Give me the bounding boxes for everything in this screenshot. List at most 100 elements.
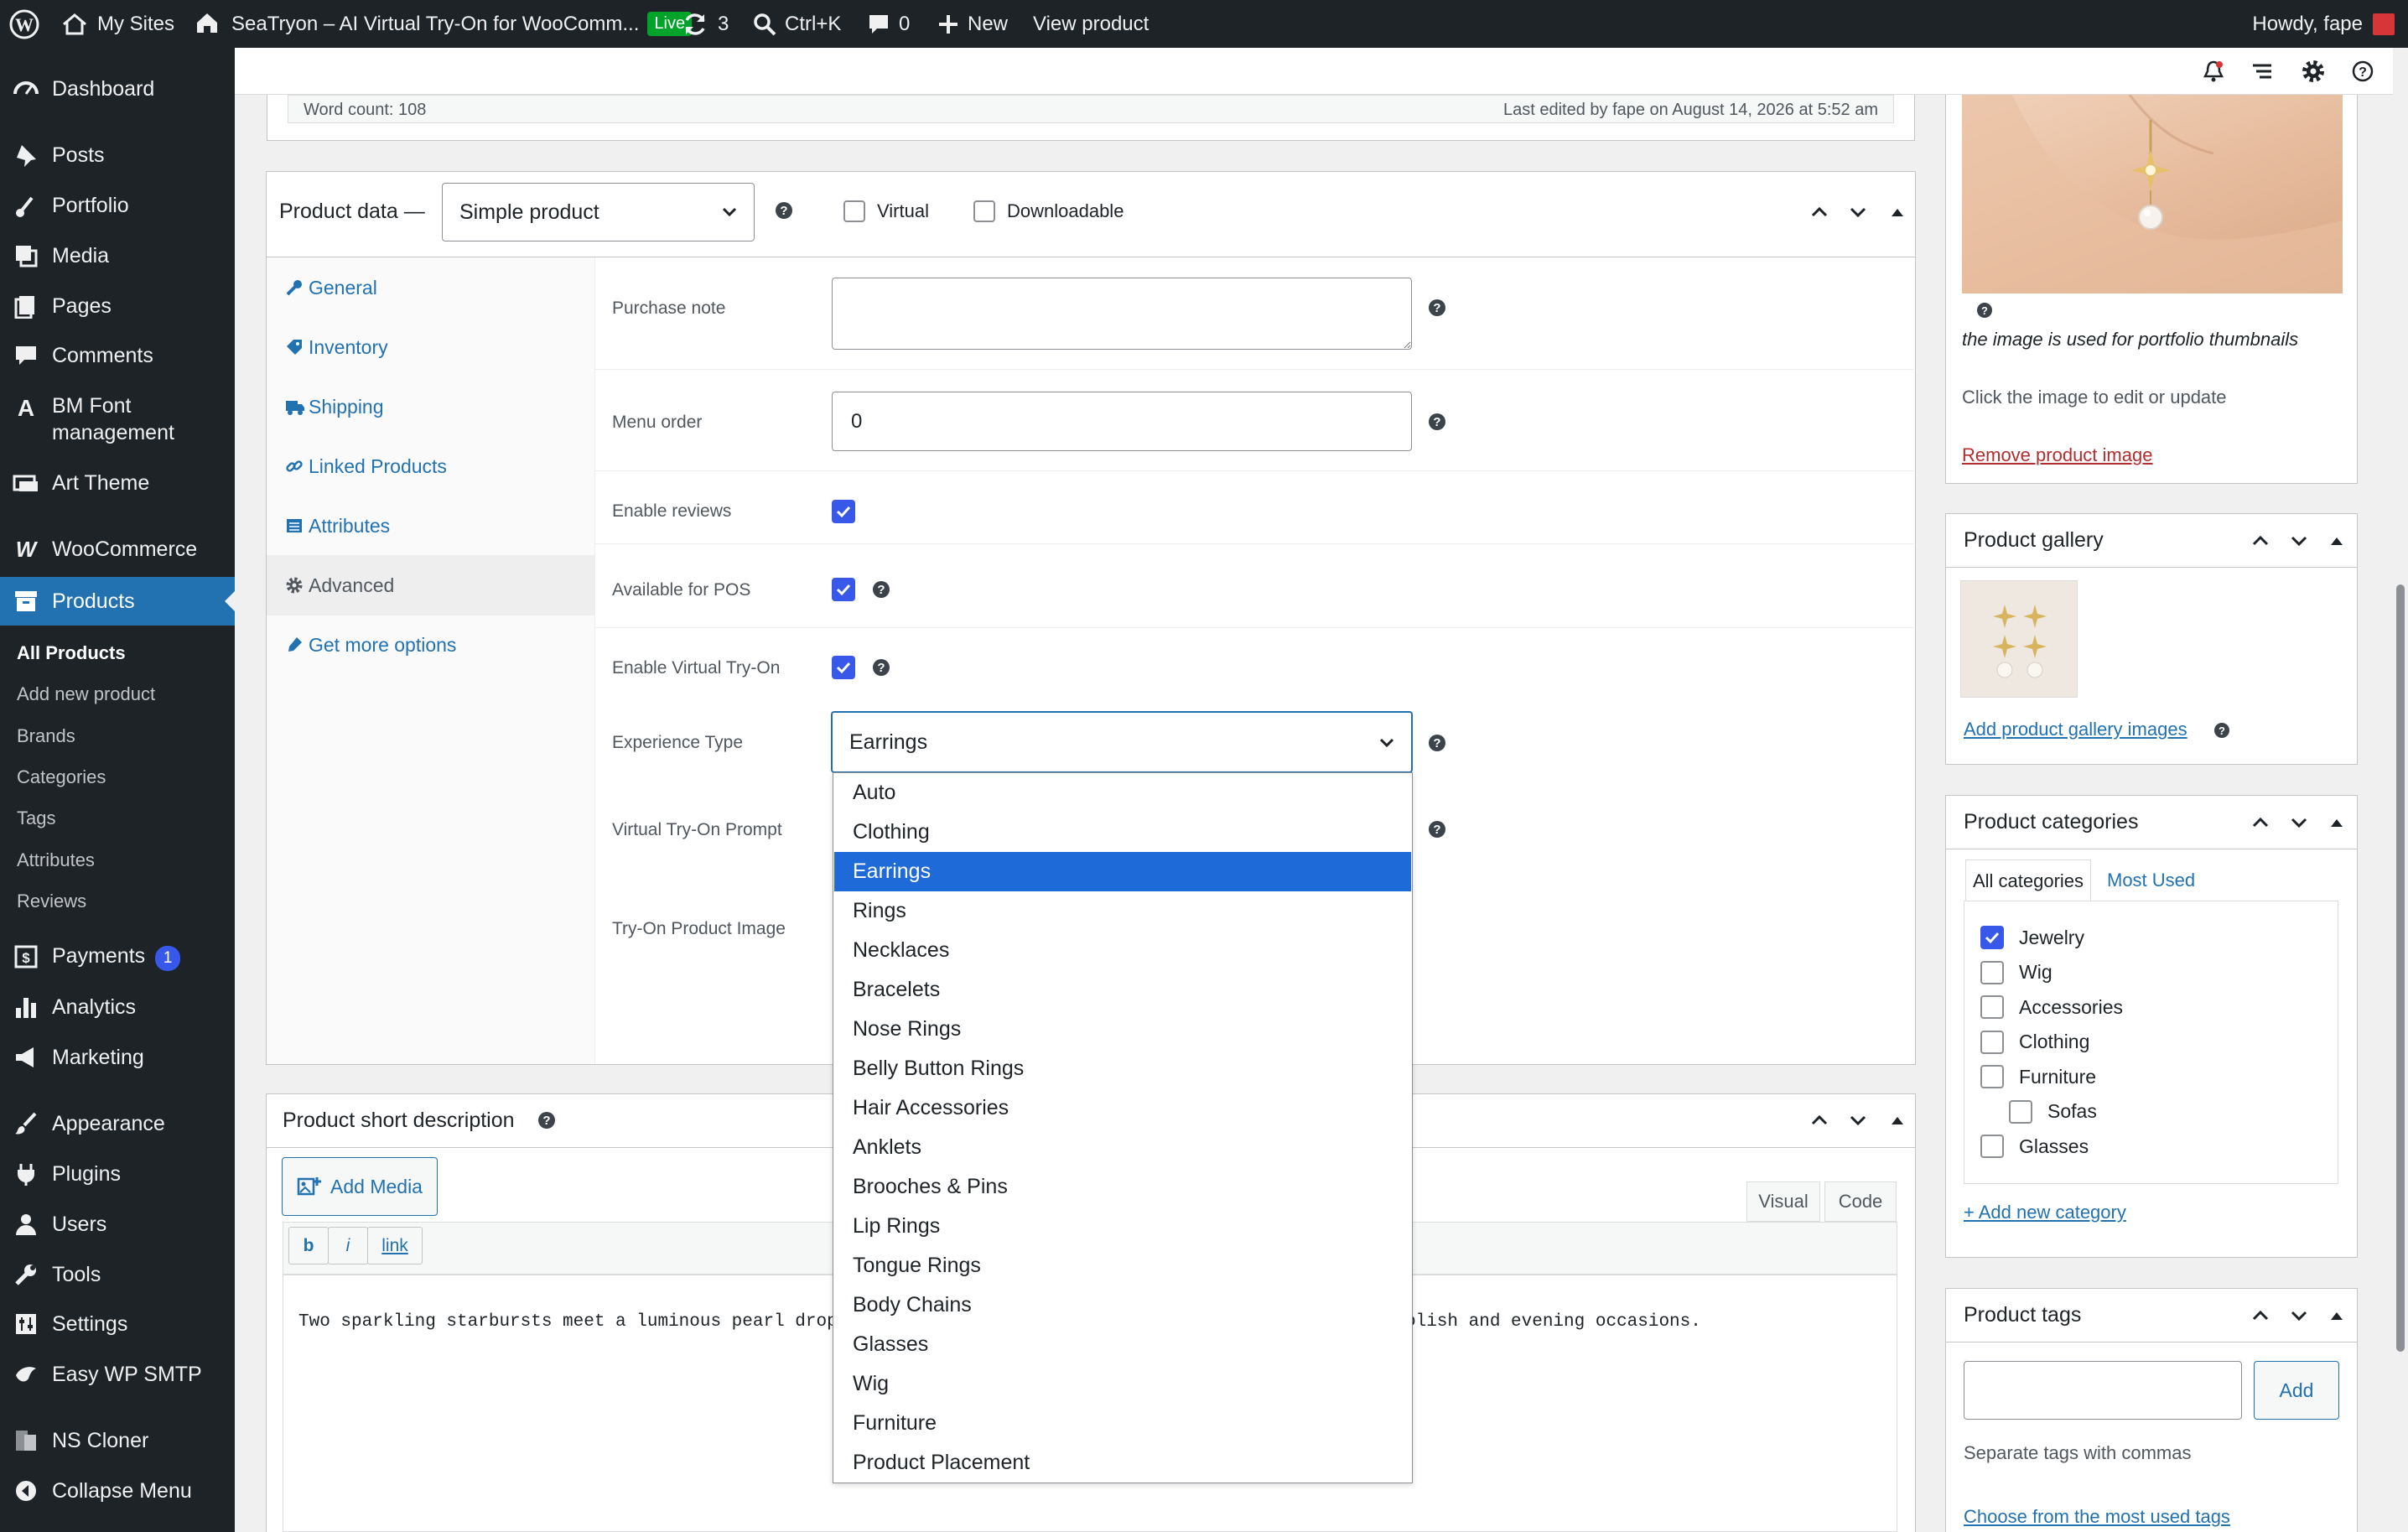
experience-option[interactable]: Brooches & Pins: [834, 1167, 1411, 1207]
choose-most-used-tags-link[interactable]: Choose from the most used tags: [1964, 1506, 2230, 1528]
move-up-button[interactable]: [1807, 1108, 1832, 1133]
new-content-menu[interactable]: New: [937, 0, 1008, 48]
category-checkbox[interactable]: [1980, 1065, 2004, 1088]
move-down-button[interactable]: [2286, 810, 2312, 835]
menu-appearance[interactable]: Appearance: [0, 1104, 235, 1144]
category-item[interactable]: Accessories: [1980, 995, 2123, 1019]
account-menu[interactable]: Howdy, fape: [2252, 0, 2395, 48]
site-name-menu[interactable]: SeaTryon – AI Virtual Try-On for WooComm…: [195, 0, 693, 48]
comments-menu[interactable]: 0: [867, 0, 910, 48]
notification-bell-icon[interactable]: [2202, 60, 2225, 83]
scrollbar-thumb[interactable]: [2396, 584, 2405, 1352]
experience-option[interactable]: Wig: [834, 1364, 1411, 1404]
experience-option[interactable]: Rings: [834, 891, 1411, 931]
category-checkbox[interactable]: [2009, 1099, 2032, 1124]
category-item[interactable]: Jewelry: [1980, 926, 2084, 949]
submenu-attributes[interactable]: Attributes: [17, 849, 95, 871]
menu-posts[interactable]: Posts: [0, 135, 235, 175]
toggle-panel-button[interactable]: [2324, 1303, 2349, 1328]
menu-order-input[interactable]: 0: [832, 392, 1412, 451]
experience-option[interactable]: Anklets: [834, 1128, 1411, 1167]
submenu-brands[interactable]: Brands: [17, 725, 75, 747]
experience-option[interactable]: Hair Accessories: [834, 1088, 1411, 1128]
collapse-menu-button[interactable]: Collapse Menu: [0, 1471, 235, 1511]
experience-option[interactable]: Belly Button Rings: [834, 1049, 1411, 1088]
menu-tools[interactable]: Tools: [0, 1254, 235, 1295]
menu-users[interactable]: Users: [0, 1204, 235, 1244]
submenu-all-products[interactable]: All Products: [17, 642, 126, 664]
menu-payments[interactable]: $ Payments 1: [0, 937, 235, 977]
experience-option[interactable]: Clothing: [834, 813, 1411, 852]
move-up-button[interactable]: [1807, 200, 1832, 225]
toggle-panel-button[interactable]: [1885, 200, 1910, 225]
category-item[interactable]: Furniture: [1980, 1065, 2096, 1088]
menu-art-theme[interactable]: Art Theme: [0, 463, 235, 503]
activity-list-icon[interactable]: [2250, 60, 2274, 83]
move-up-button[interactable]: [2248, 1303, 2273, 1328]
menu-marketing[interactable]: Marketing: [0, 1037, 235, 1078]
add-media-button[interactable]: Add Media: [282, 1157, 438, 1216]
tab-get-more-options[interactable]: Get more options: [267, 615, 595, 675]
experience-option[interactable]: Necklaces: [834, 931, 1411, 970]
help-circle-icon[interactable]: ?: [2351, 60, 2374, 83]
tab-linked-products[interactable]: Linked Products: [267, 436, 595, 496]
remove-product-image-link[interactable]: Remove product image: [1962, 444, 2152, 466]
tab-inventory[interactable]: Inventory: [267, 317, 595, 377]
enable-tryon-checkbox[interactable]: [832, 656, 855, 679]
add-tag-button[interactable]: Add: [2254, 1361, 2339, 1420]
add-gallery-images-link[interactable]: Add product gallery images: [1964, 719, 2187, 740]
downloadable-option[interactable]: Downloadable: [973, 200, 1124, 222]
view-product-link[interactable]: View product: [1033, 0, 1149, 48]
submenu-reviews[interactable]: Reviews: [17, 891, 86, 912]
virtual-checkbox[interactable]: [843, 200, 865, 222]
help-icon[interactable]: ?: [873, 581, 890, 598]
toggle-panel-button[interactable]: [1885, 1108, 1910, 1133]
submenu-tags[interactable]: Tags: [17, 808, 55, 829]
help-icon[interactable]: ?: [1429, 821, 1445, 838]
menu-media[interactable]: Media: [0, 236, 235, 276]
help-icon[interactable]: ?: [1429, 413, 1445, 430]
experience-option[interactable]: Auto: [834, 773, 1411, 813]
category-item[interactable]: Clothing: [1980, 1030, 2089, 1054]
link-button[interactable]: link: [367, 1227, 423, 1265]
wordpress-logo-icon[interactable]: W: [8, 0, 40, 48]
code-tab[interactable]: Code: [1824, 1181, 1897, 1222]
help-icon[interactable]: ?: [873, 659, 890, 676]
tab-advanced[interactable]: Advanced: [267, 555, 595, 615]
help-icon[interactable]: ?: [2214, 723, 2229, 738]
menu-portfolio[interactable]: Portfolio: [0, 185, 235, 226]
tag-input[interactable]: [1964, 1361, 2242, 1420]
tab-most-used[interactable]: Most Used: [2107, 870, 2195, 891]
menu-settings[interactable]: Settings: [0, 1304, 235, 1344]
move-down-button[interactable]: [1845, 1108, 1871, 1133]
category-checkbox[interactable]: [1980, 1030, 2004, 1054]
help-icon[interactable]: ?: [1429, 735, 1445, 751]
category-item[interactable]: Sofas: [2009, 1099, 2097, 1124]
bold-button[interactable]: b: [288, 1227, 329, 1265]
tab-attributes[interactable]: Attributes: [267, 496, 595, 556]
help-icon[interactable]: ?: [538, 1112, 555, 1129]
experience-option[interactable]: Lip Rings: [834, 1207, 1411, 1246]
category-checkbox[interactable]: [1980, 1135, 2004, 1158]
experience-option[interactable]: Tongue Rings: [834, 1246, 1411, 1285]
tab-all-categories[interactable]: All categories: [1965, 859, 2091, 901]
downloadable-checkbox[interactable]: [973, 200, 995, 222]
submenu-categories[interactable]: Categories: [17, 766, 106, 788]
menu-plugins[interactable]: Plugins: [0, 1154, 235, 1194]
experience-option[interactable]: Body Chains: [834, 1285, 1411, 1325]
move-up-button[interactable]: [2248, 810, 2273, 835]
experience-option[interactable]: Glasses: [834, 1325, 1411, 1364]
category-checkbox[interactable]: [1980, 926, 2004, 949]
tab-general[interactable]: General: [267, 257, 595, 318]
virtual-option[interactable]: Virtual: [843, 200, 929, 222]
tab-shipping[interactable]: Shipping: [267, 377, 595, 437]
command-search[interactable]: Ctrl+K: [753, 0, 841, 48]
menu-comments[interactable]: Comments: [0, 335, 235, 376]
move-down-button[interactable]: [2286, 1303, 2312, 1328]
experience-option[interactable]: Bracelets: [834, 970, 1411, 1010]
italic-button[interactable]: i: [328, 1227, 368, 1265]
menu-analytics[interactable]: Analytics: [0, 987, 235, 1027]
experience-type-select[interactable]: Earrings: [831, 711, 1413, 773]
toggle-panel-button[interactable]: [2324, 810, 2349, 835]
product-type-select[interactable]: Simple product: [442, 183, 755, 241]
